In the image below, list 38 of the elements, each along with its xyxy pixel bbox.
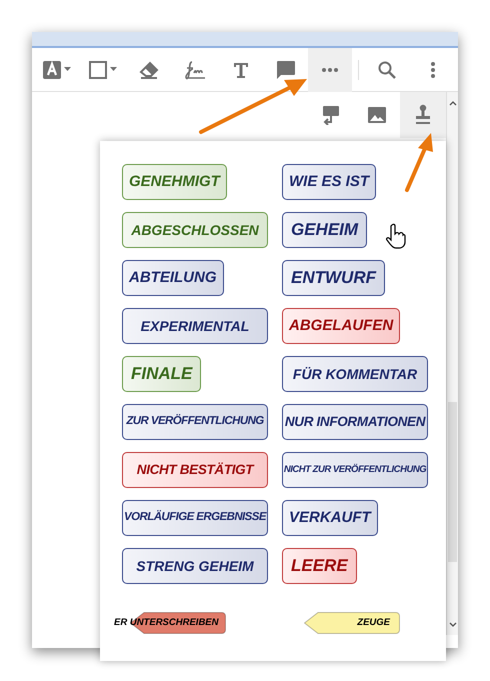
stamp-button[interactable]: FINALE <box>122 356 202 392</box>
stamp-button[interactable]: NICHT ZUR VERÖFFENTLICHUNG <box>282 452 428 488</box>
stamp-button[interactable]: NUR INFORMATIONEN <box>282 404 428 440</box>
stamp-button[interactable]: ZUR VERÖFFENTLICHUNG <box>122 404 268 440</box>
callout-icon <box>321 105 341 125</box>
stamp-button[interactable]: ENTWURF <box>282 260 385 296</box>
menu-icon <box>430 60 436 78</box>
scrollbar-thumb[interactable] <box>448 402 457 562</box>
signature-icon <box>183 58 207 80</box>
stamp-button[interactable]: LEERE <box>282 548 357 584</box>
image-icon <box>367 105 387 125</box>
stamp-button[interactable]: VORLÄUFIGE ERGEBNISSE <box>122 500 268 536</box>
stamp-button[interactable]: WIE ES IST <box>282 164 376 200</box>
stamp-button[interactable]: ABTEILUNG <box>122 260 224 296</box>
scrollbar[interactable] <box>446 92 458 635</box>
stamp-button[interactable]: STRENG GEHEIM <box>122 548 268 584</box>
more-button[interactable] <box>308 48 352 92</box>
tag-stamp[interactable]: ZEUGE <box>304 612 400 634</box>
hand-cursor-icon <box>386 223 406 249</box>
text-icon <box>232 60 250 78</box>
stamp-button[interactable] <box>400 92 446 138</box>
stamp-button[interactable]: FÜR KOMMENTAR <box>282 356 428 392</box>
square-icon <box>88 60 118 80</box>
stamp-button[interactable]: ABGESCHLOSSEN <box>122 212 268 248</box>
stamp-button[interactable]: EXPERIMENTAL <box>122 308 268 344</box>
stamp-button[interactable]: GEHEIM <box>282 212 368 248</box>
text-color-icon <box>42 60 72 80</box>
stamp-button[interactable]: NICHT BESTÄTIGT <box>122 452 268 488</box>
eraser-icon <box>138 60 160 80</box>
more-icon <box>321 66 339 72</box>
stamp-button[interactable]: ABGELAUFEN <box>282 308 400 344</box>
comment-icon <box>275 58 297 80</box>
stamp-icon <box>414 104 432 126</box>
stamp-button[interactable]: GENEHMIGT <box>122 164 227 200</box>
stamp-button[interactable]: VERKAUFT <box>282 500 378 536</box>
scroll-up-icon[interactable] <box>449 100 457 106</box>
scroll-down-icon[interactable] <box>449 622 457 628</box>
search-icon <box>377 60 397 80</box>
